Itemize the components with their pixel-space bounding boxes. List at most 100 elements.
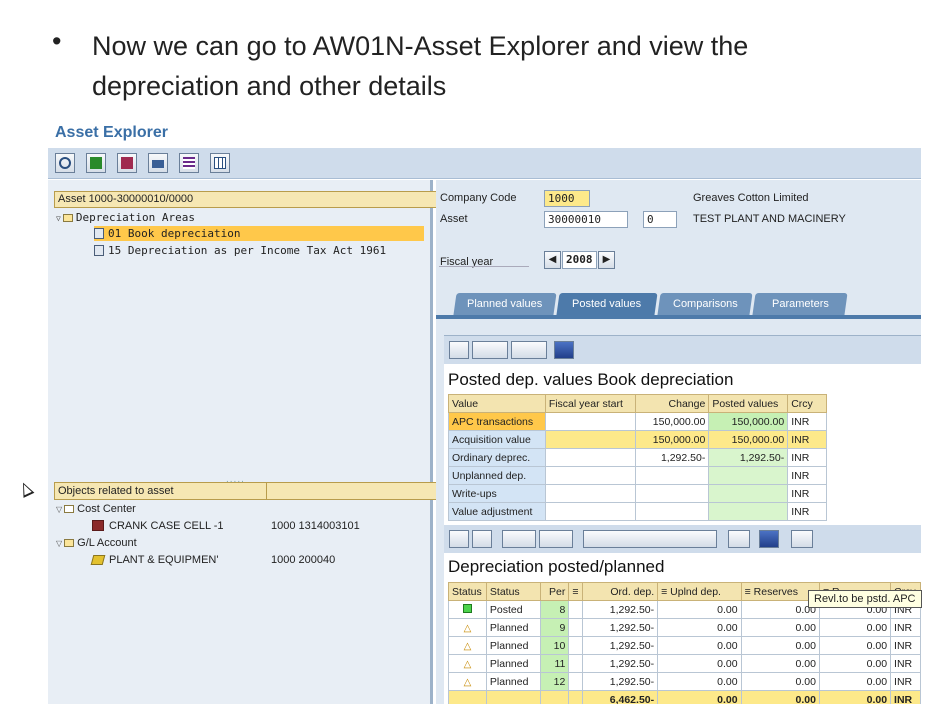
status-cell: Planned xyxy=(485,654,541,673)
column-header[interactable]: Change xyxy=(634,394,710,413)
currency-cell: INR xyxy=(787,412,827,431)
print-icon[interactable] xyxy=(449,341,469,359)
right-pane: Company Code 1000 Greaves Cotton Limited… xyxy=(436,180,921,704)
sum-icon[interactable] xyxy=(502,530,536,548)
total-row[interactable]: 6,462.50- 0.00 0.00 0.00 INR xyxy=(448,690,921,704)
asset-icon[interactable] xyxy=(86,153,106,173)
info-icon[interactable] xyxy=(554,341,574,359)
gl-account-icon xyxy=(90,555,106,565)
depr-areas-node[interactable]: ▽ Depreciation Areas xyxy=(56,210,195,226)
info-icon[interactable] xyxy=(759,530,779,548)
filter-icon[interactable] xyxy=(472,530,492,548)
layout-icon[interactable] xyxy=(728,530,750,548)
column-header[interactable]: Per xyxy=(539,582,570,601)
subtotal-icon[interactable] xyxy=(539,530,573,548)
cost-center-item[interactable]: CRANK CASE CELL -1 xyxy=(92,519,224,534)
currency-cell: INR xyxy=(787,502,827,521)
reval-cell: 0.00 xyxy=(818,672,892,691)
planned-status-icon: △ xyxy=(463,676,472,688)
posted-status-icon xyxy=(462,603,472,613)
gl-account-item[interactable]: PLANT & EQUIPMEN' xyxy=(90,553,218,568)
column-header[interactable]: Posted values xyxy=(708,394,789,413)
posted-cell: 1,292.50- xyxy=(708,448,789,467)
layout-icon[interactable] xyxy=(210,153,230,173)
unplanned-cell: 0.00 xyxy=(657,654,742,673)
table-row[interactable]: Value adjustment INR xyxy=(448,502,827,521)
table-row[interactable]: △ Planned 10 1,292.50- 0.00 0.00 0.00 IN… xyxy=(448,636,921,655)
copy-icon[interactable] xyxy=(472,341,508,359)
asset-subnumber-field[interactable]: 0 xyxy=(643,211,677,228)
fiscal-start-cell xyxy=(544,466,636,485)
gl-account-node[interactable]: ▽ G/L Account xyxy=(56,536,137,551)
next-year-button[interactable]: ▶ xyxy=(598,251,615,269)
cost-center-icon xyxy=(92,520,104,531)
table-row[interactable]: △ Planned 9 1,292.50- 0.00 0.00 0.00 INR xyxy=(448,618,921,637)
table-row[interactable]: Ordinary deprec. 1,292.50- 1,292.50- INR xyxy=(448,448,827,467)
column-header[interactable]: Crcy xyxy=(787,394,827,413)
refresh-icon[interactable] xyxy=(55,153,75,173)
export-icon[interactable] xyxy=(511,341,547,359)
table-row[interactable]: Write-ups INR xyxy=(448,484,827,503)
document-icon xyxy=(94,245,104,256)
currency-cell: INR xyxy=(890,618,921,637)
currency-cell: INR xyxy=(787,448,827,467)
tab-comparisons[interactable]: Comparisons xyxy=(657,293,753,315)
chart-icon[interactable] xyxy=(791,530,813,548)
total-reserves: 0.00 xyxy=(740,690,820,704)
planned-title: Depreciation posted/planned xyxy=(448,557,665,576)
table-row[interactable]: △ Planned 12 1,292.50- 0.00 0.00 0.00 IN… xyxy=(448,672,921,691)
fiscal-year-field[interactable]: 2008 xyxy=(562,251,597,269)
list-icon[interactable] xyxy=(179,153,199,173)
ord-dep-cell: 1,292.50- xyxy=(581,654,659,673)
posted-values-table: Value Fiscal year start Change Posted va… xyxy=(448,394,827,521)
asset-name: TEST PLANT AND MACINERY xyxy=(693,213,846,225)
area-item-15[interactable]: 15 Depreciation as per Income Tax Act 19… xyxy=(94,243,386,258)
gl-account-label: G/L Account xyxy=(77,537,137,549)
mouse-cursor-icon xyxy=(17,480,35,498)
company-name: Greaves Cotton Limited xyxy=(693,192,809,204)
company-code-field[interactable]: 1000 xyxy=(544,190,590,207)
print-icon[interactable] xyxy=(148,153,168,173)
expand-icon[interactable]: ▽ xyxy=(56,539,62,548)
document-icon xyxy=(94,228,104,239)
change-cell xyxy=(634,484,710,503)
tab-parameters[interactable]: Parameters xyxy=(752,293,848,315)
related-objects-tree: Objects related to asset ▽ Cost Center CR… xyxy=(54,482,474,702)
currency-cell: INR xyxy=(890,636,921,655)
column-header[interactable]: ≡ xyxy=(568,582,583,601)
change-cell xyxy=(634,466,710,485)
related-header-label: Objects related to asset xyxy=(58,485,174,497)
fiscal-start-cell xyxy=(544,484,636,503)
table-row[interactable]: Acquisition value 150,000.00 150,000.00 … xyxy=(448,430,827,449)
row-label: Write-ups xyxy=(448,484,546,503)
prev-year-button[interactable]: ◀ xyxy=(544,251,561,269)
column-header[interactable]: Value xyxy=(448,394,546,413)
column-header[interactable]: Status xyxy=(485,582,541,601)
asset-number-field[interactable]: 30000010 xyxy=(544,211,628,228)
column-header[interactable]: Ord. dep. xyxy=(581,582,659,601)
unplanned-cell: 0.00 xyxy=(657,600,742,619)
ord-dep-cell: 1,292.50- xyxy=(581,618,659,637)
cost-center-node[interactable]: ▽ Cost Center xyxy=(56,502,136,517)
table-row[interactable]: Unplanned dep. INR xyxy=(448,466,827,485)
column-header[interactable]: Fiscal year start xyxy=(544,394,636,413)
tab-planned-values[interactable]: Planned values xyxy=(453,293,557,315)
area-label: 15 Depreciation as per Income Tax Act 19… xyxy=(108,244,387,257)
sort-icon[interactable] xyxy=(449,530,469,548)
column-header[interactable]: Status xyxy=(448,582,487,601)
export-icon[interactable] xyxy=(583,530,717,548)
ord-dep-cell: 1,292.50- xyxy=(581,636,659,655)
expand-icon[interactable]: ▽ xyxy=(56,214,61,223)
table-row[interactable]: APC transactions 150,000.00 150,000.00 I… xyxy=(448,412,827,431)
planned-status-icon: △ xyxy=(463,622,472,634)
area-item-01[interactable]: 01 Book depreciation xyxy=(94,226,424,241)
column-header[interactable]: ≡ Uplnd dep. xyxy=(657,582,742,601)
display-icon[interactable] xyxy=(117,153,137,173)
table-row[interactable]: △ Planned 11 1,292.50- 0.00 0.00 0.00 IN… xyxy=(448,654,921,673)
row-label: Value adjustment xyxy=(448,502,546,521)
row-label: Ordinary deprec. xyxy=(448,448,546,467)
tab-posted-values[interactable]: Posted values xyxy=(556,293,658,315)
expand-icon[interactable]: ▽ xyxy=(56,505,62,514)
cost-center-value: 1000 1314003101 xyxy=(271,520,360,532)
period-cell: 12 xyxy=(539,672,570,691)
